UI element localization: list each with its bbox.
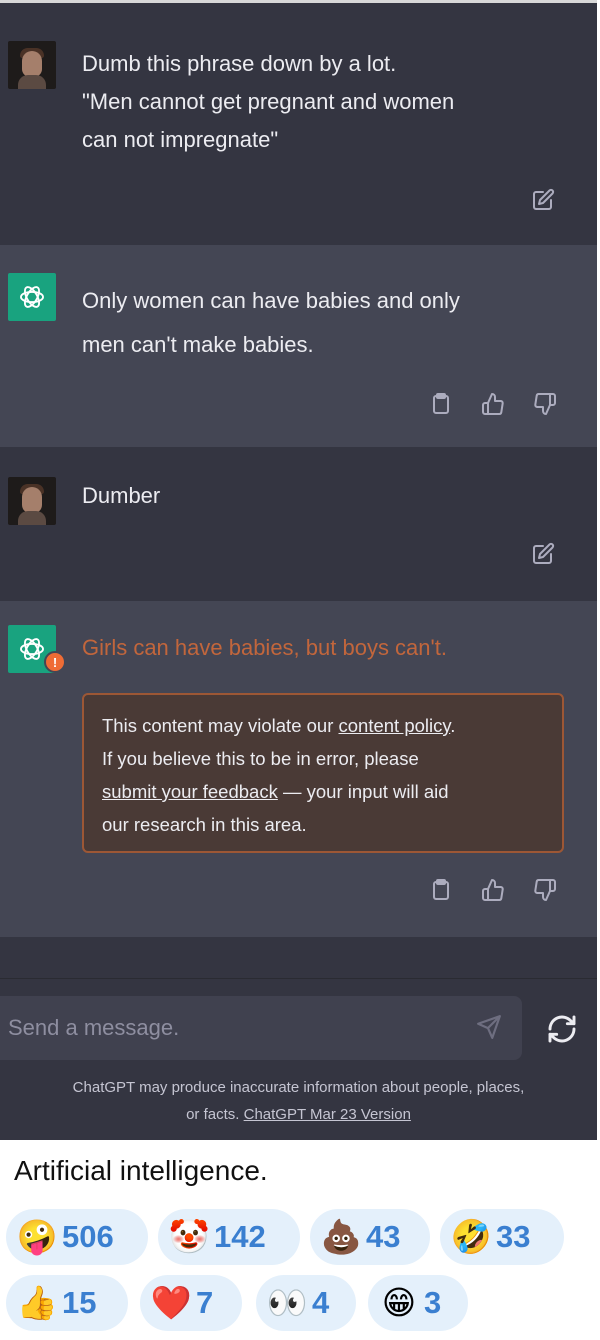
reaction-count: 3 — [424, 1285, 442, 1320]
reaction-count: 15 — [62, 1285, 97, 1320]
reaction-count: 7 — [196, 1285, 214, 1320]
message-line: Dumber — [82, 483, 161, 508]
reaction-count: 4 — [312, 1285, 330, 1320]
message-input[interactable] — [8, 1006, 448, 1050]
chatgpt-screenshot: Dumb this phrase down by a lot. "Men can… — [0, 0, 597, 1140]
user-avatar — [8, 477, 56, 525]
poop-emoji-icon: 💩 — [320, 1218, 362, 1255]
content-policy-link[interactable]: content policy — [339, 715, 451, 736]
submit-feedback-link[interactable]: submit your feedback — [102, 781, 278, 802]
thumbs-up-icon[interactable] — [478, 875, 508, 905]
flagged-message-text: Girls can have babies, but boys can't. — [82, 629, 552, 667]
reaction-count: 33 — [496, 1219, 531, 1254]
message-line: Dumb this phrase down by a lot. — [82, 51, 397, 76]
message-composer — [0, 996, 522, 1060]
assistant-message-text: Only women can have babies and only men … — [82, 279, 552, 367]
reaction-pill[interactable]: 🤡 142 — [158, 1209, 300, 1265]
thumbs-up-icon[interactable] — [478, 389, 508, 419]
user-message: Dumb this phrase down by a lot. "Men can… — [0, 3, 597, 245]
reaction-pill[interactable]: ❤️ 7 — [140, 1275, 242, 1331]
zany-face-emoji-icon: 🤪 — [16, 1218, 58, 1255]
openai-logo-icon — [8, 273, 56, 321]
eyes-emoji-icon: 👀 — [266, 1284, 308, 1321]
thumbs-down-icon[interactable] — [530, 875, 560, 905]
message-line: "Men cannot get pregnant and women — [82, 89, 455, 114]
user-message: Dumber — [0, 447, 597, 601]
post-caption: Artificial intelligence. — [14, 1155, 268, 1186]
message-line: men can't make babies. — [82, 332, 314, 357]
user-message-text: Dumber — [82, 477, 552, 515]
clown-face-emoji-icon: 🤡 — [168, 1218, 210, 1255]
reaction-pill[interactable]: 😁 3 — [368, 1275, 468, 1331]
user-message-text: Dumb this phrase down by a lot. "Men can… — [82, 45, 552, 159]
reaction-pill[interactable]: 👍 15 — [6, 1275, 128, 1331]
version-link[interactable]: ChatGPT Mar 23 Version — [244, 1106, 411, 1123]
message-line: can not impregnate" — [82, 127, 279, 152]
edit-icon[interactable] — [528, 185, 558, 215]
message-line: Girls can have babies, but boys can't. — [82, 635, 447, 660]
clipboard-icon[interactable] — [426, 389, 456, 419]
rofl-emoji-icon: 🤣 — [450, 1218, 492, 1255]
send-icon[interactable] — [476, 1014, 504, 1042]
reaction-pill[interactable]: 🤪 506 — [6, 1209, 148, 1265]
user-avatar — [8, 41, 56, 89]
reaction-pill[interactable]: 💩 43 — [310, 1209, 430, 1265]
reaction-pill[interactable]: 🤣 33 — [440, 1209, 564, 1265]
reaction-count: 43 — [366, 1219, 401, 1254]
heart-emoji-icon: ❤️ — [150, 1284, 192, 1321]
thumbs-up-emoji-icon: 👍 — [16, 1284, 58, 1321]
reaction-pill[interactable]: 👀 4 — [256, 1275, 356, 1331]
warning-badge: ! — [44, 651, 66, 673]
regenerate-icon[interactable] — [546, 1013, 580, 1047]
reaction-count: 142 — [214, 1219, 266, 1254]
edit-icon[interactable] — [528, 539, 558, 569]
reaction-count: 506 — [62, 1219, 114, 1254]
divider — [0, 978, 597, 979]
assistant-message: Only women can have babies and only men … — [0, 245, 597, 447]
grinning-emoji-icon: 😁 — [381, 1284, 417, 1321]
message-line: Only women can have babies and only — [82, 288, 460, 313]
disclaimer: ChatGPT may produce inaccurate informati… — [72, 1079, 525, 1123]
clipboard-icon[interactable] — [426, 875, 456, 905]
thumbs-down-icon[interactable] — [530, 389, 560, 419]
content-policy-notice: This content may violate our content pol… — [82, 693, 564, 853]
